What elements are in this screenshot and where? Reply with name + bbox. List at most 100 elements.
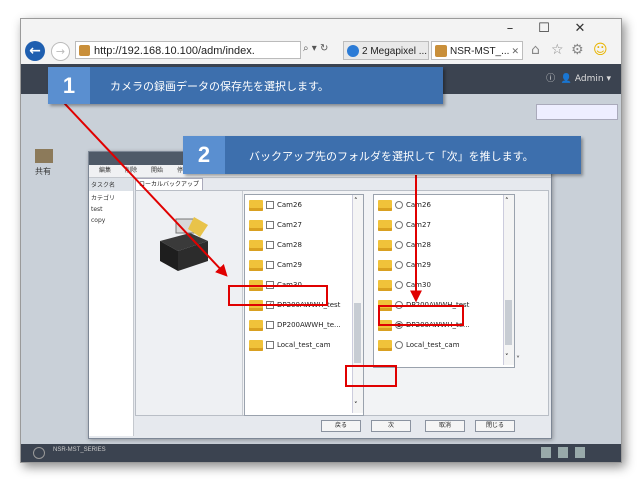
folder-item[interactable]: Cam27 bbox=[249, 215, 302, 235]
checkbox[interactable] bbox=[266, 221, 274, 229]
folder-item[interactable]: Cam28 bbox=[249, 235, 302, 255]
search-refresh-icons[interactable]: ⌕ ▾ ↻ bbox=[303, 43, 328, 54]
folder-icon bbox=[249, 319, 263, 331]
scroll-down-icon[interactable]: ˅ bbox=[505, 353, 509, 361]
user-group-icon[interactable] bbox=[35, 149, 53, 163]
folder-item[interactable]: Cam26 bbox=[249, 195, 302, 215]
panel-scroll-down-icon[interactable]: ˅ bbox=[516, 355, 520, 364]
folder-label: Cam27 bbox=[277, 221, 302, 229]
callout-text: カメラの録画データの保存先を選択します。 bbox=[110, 80, 329, 93]
admin-badge[interactable]: ⓘ 👤 Admin ▾ bbox=[546, 71, 611, 84]
smiley-icon[interactable]: ☺ bbox=[593, 42, 608, 58]
folder-label: Local_test_cam bbox=[406, 341, 460, 349]
radio-button[interactable] bbox=[395, 261, 403, 269]
folder-item[interactable]: Cam29 bbox=[378, 255, 431, 275]
radio-button[interactable] bbox=[395, 221, 403, 229]
cancel-button[interactable]: 取消 bbox=[425, 420, 465, 432]
back-arrow-icon: ← bbox=[29, 43, 41, 59]
radio-button[interactable] bbox=[395, 281, 403, 289]
destination-folder-list[interactable]: Cam26 Cam27 Cam28 Cam29 Cam30 DP200AWWH_test D… bbox=[373, 194, 515, 368]
folder-item[interactable]: Cam30 bbox=[378, 275, 431, 295]
task-item[interactable]: test bbox=[89, 204, 133, 215]
folder-icon bbox=[249, 219, 263, 231]
address-text: http://192.168.10.100/adm/index. bbox=[94, 45, 255, 57]
checkbox[interactable] bbox=[266, 261, 274, 269]
folder-icon bbox=[378, 239, 392, 251]
folder-icon bbox=[249, 339, 263, 351]
folder-icon bbox=[378, 199, 392, 211]
close-dialog-button[interactable]: 閉じる bbox=[475, 420, 515, 432]
folder-label: Cam30 bbox=[406, 281, 431, 289]
radio-button[interactable] bbox=[395, 201, 403, 209]
highlight-next-button bbox=[345, 365, 397, 387]
toolbar-delete[interactable]: 削除 bbox=[125, 165, 137, 177]
folder-item[interactable]: Cam28 bbox=[378, 235, 431, 255]
back-step-button[interactable]: 戻る bbox=[321, 420, 361, 432]
folder-label: Cam28 bbox=[406, 241, 431, 249]
tab-nsr-mst[interactable]: NSR-MST_... ✕ bbox=[431, 41, 523, 60]
radio-button[interactable] bbox=[395, 341, 403, 349]
toolbar-start[interactable]: 開始 bbox=[151, 165, 163, 177]
forward-button[interactable]: → bbox=[51, 42, 70, 61]
next-button[interactable]: 次 bbox=[371, 420, 411, 432]
checkbox[interactable] bbox=[266, 241, 274, 249]
ie-icon bbox=[347, 45, 359, 57]
scroll-up-icon[interactable]: ˄ bbox=[505, 197, 509, 205]
settings-gear-icon[interactable]: ⚙ bbox=[571, 42, 584, 58]
callout-number: 1 bbox=[48, 67, 90, 104]
toolbar-edit[interactable]: 編集 bbox=[99, 165, 111, 177]
checkbox[interactable] bbox=[266, 341, 274, 349]
power-icon[interactable] bbox=[33, 447, 45, 459]
address-bar[interactable]: http://192.168.10.100/adm/index. bbox=[75, 41, 301, 59]
folder-icon bbox=[249, 239, 263, 251]
folder-label: Local_test_cam bbox=[277, 341, 331, 349]
folder-label: Cam28 bbox=[277, 241, 302, 249]
callout-number: 2 bbox=[183, 136, 225, 174]
checkbox[interactable] bbox=[266, 321, 274, 329]
series-label: NSR-MST_SERIES bbox=[53, 447, 106, 453]
monitor-icon[interactable] bbox=[558, 447, 568, 458]
folder-label: Cam29 bbox=[406, 261, 431, 269]
folder-item[interactable]: DP200AWWH_te... bbox=[249, 315, 341, 335]
forward-arrow-icon: → bbox=[55, 45, 66, 58]
folder-icon bbox=[249, 259, 263, 271]
checkbox[interactable] bbox=[266, 201, 274, 209]
task-category: カテゴリ bbox=[91, 195, 116, 202]
folder-label: Cam26 bbox=[406, 201, 431, 209]
back-button[interactable]: ← bbox=[25, 41, 45, 61]
folder-item[interactable]: Local_test_cam bbox=[378, 335, 460, 355]
folder-item[interactable]: Cam26 bbox=[378, 195, 431, 215]
radio-button[interactable] bbox=[395, 241, 403, 249]
folder-item[interactable]: Cam27 bbox=[378, 215, 431, 235]
network-icon[interactable] bbox=[575, 447, 585, 458]
folder-item[interactable]: Local_test_cam bbox=[249, 335, 331, 355]
storage-icon[interactable] bbox=[541, 447, 551, 458]
app-search-box[interactable] bbox=[536, 104, 618, 120]
tab-close-icon[interactable]: ✕ bbox=[511, 42, 519, 59]
task-list: タスク名 カテゴリ test copy bbox=[89, 178, 134, 436]
home-icon[interactable]: ⌂ bbox=[531, 42, 540, 58]
folder-icon bbox=[378, 279, 392, 291]
scroll-thumb[interactable] bbox=[505, 300, 512, 345]
favorites-star-icon[interactable]: ☆ bbox=[551, 42, 564, 58]
callout-step-1: 1 カメラの録画データの保存先を選択します。 bbox=[48, 67, 443, 104]
task-item[interactable]: copy bbox=[89, 215, 133, 226]
browser-chrome: – ☐ ✕ ← → http://192.168.10.100/adm/inde… bbox=[21, 19, 621, 64]
highlight-destination-folder bbox=[378, 305, 464, 326]
minimize-button[interactable]: – bbox=[499, 21, 521, 36]
tab-label: NSR-MST_... bbox=[450, 46, 510, 57]
left-item-shared[interactable]: 共有 bbox=[35, 167, 51, 176]
tab-megapixel[interactable]: 2 Megapixel ... bbox=[343, 41, 429, 60]
close-window-button[interactable]: ✕ bbox=[569, 21, 591, 36]
destination-scrollbar[interactable]: ˄ ˅ bbox=[503, 195, 514, 365]
folder-icon bbox=[378, 339, 392, 351]
scroll-up-icon[interactable]: ˄ bbox=[354, 197, 358, 205]
maximize-button[interactable]: ☐ bbox=[533, 21, 555, 36]
app-statusbar: NSR-MST_SERIES bbox=[21, 444, 621, 462]
folder-label: DP200AWWH_te... bbox=[277, 321, 341, 329]
folder-item[interactable]: Cam29 bbox=[249, 255, 302, 275]
scroll-thumb[interactable] bbox=[354, 303, 361, 363]
site-icon bbox=[79, 45, 90, 56]
left-icon-column: 共有 bbox=[35, 149, 65, 177]
scroll-down-icon[interactable]: ˅ bbox=[354, 401, 358, 409]
